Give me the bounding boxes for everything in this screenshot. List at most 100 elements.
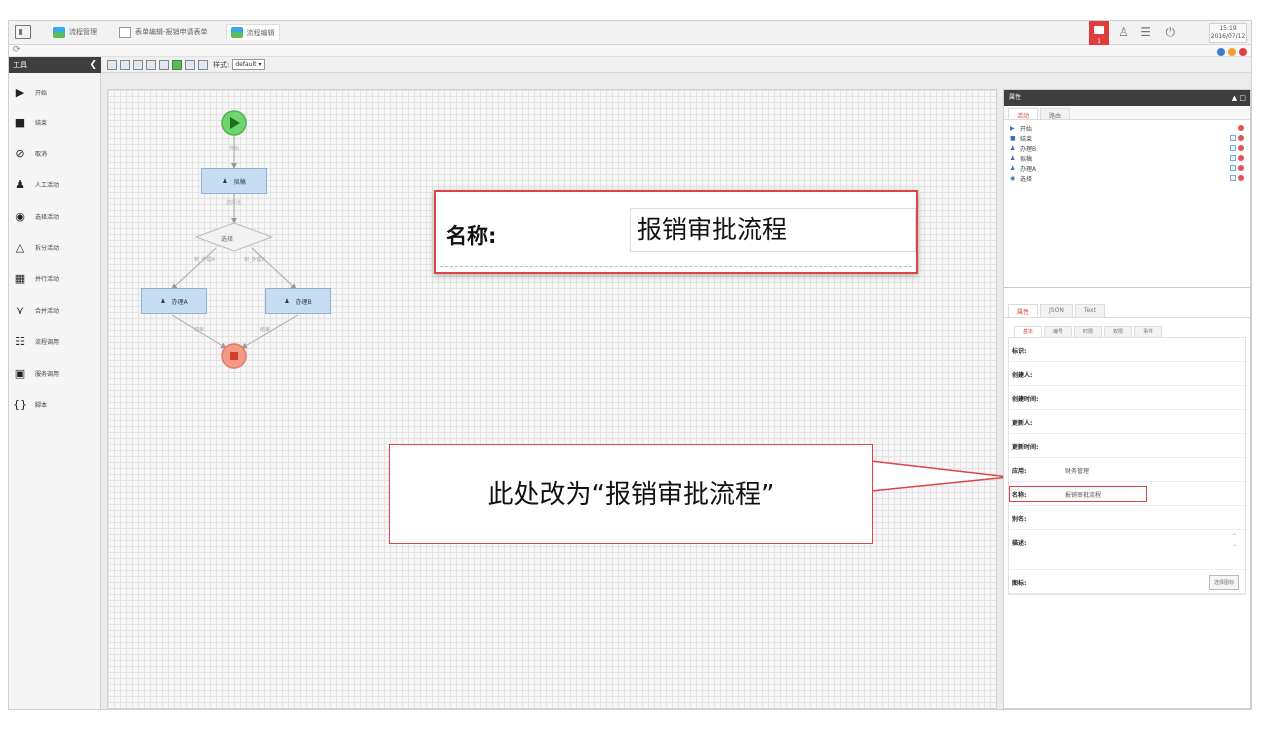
delete-icon[interactable] xyxy=(1238,135,1244,141)
task-label: 办理A xyxy=(171,298,188,306)
activity-list: ▶ 开始 ■ 结束 ♟ 办理B ♟ 拟稿 ♟ 办理A ◉ 选择 xyxy=(1004,120,1250,288)
task-b[interactable]: ♟ 办理B xyxy=(265,288,331,314)
properties-panel: 属性 ▲ □ 活动 路由 ▶ 开始 ■ 结束 ♟ 办理B ♟ 拟稿 ♟ 办理A … xyxy=(1003,89,1251,709)
edge-label: 到_办理B xyxy=(244,257,265,263)
task-label: 办理B xyxy=(295,298,312,306)
list-item[interactable]: ◉ 选择 xyxy=(1010,173,1244,183)
tool-merge-activity[interactable]: ⋎ 合并活动 xyxy=(13,301,59,319)
app-value: 财务管理 xyxy=(1065,468,1090,475)
print-icon[interactable] xyxy=(146,59,156,70)
activity-name: 办理A xyxy=(1020,165,1037,173)
tab-flow-manage[interactable]: 流程管理 xyxy=(49,24,101,40)
activity-name: 结束 xyxy=(1020,135,1033,143)
edge-choice-b[interactable] xyxy=(251,247,297,290)
tab-json[interactable]: JSON xyxy=(1040,304,1073,317)
theme-dots xyxy=(1217,48,1247,56)
tool-start[interactable]: ▶ 开始 xyxy=(13,83,47,101)
tab-permission[interactable]: 权限 xyxy=(1104,326,1133,337)
top-bar: 流程管理 表单编辑-报销申请表单 流程编辑 1 ♙ ☰ ⏻ 15:19 2016… xyxy=(9,21,1251,51)
textarea-scroll[interactable]: ⌃ ⌄ xyxy=(1232,533,1237,549)
task-draft[interactable]: ♟ 拟稿 xyxy=(201,168,267,194)
message-icon xyxy=(1094,26,1104,34)
edge-choice-a[interactable] xyxy=(171,247,217,290)
tab-number[interactable]: 编号 xyxy=(1044,326,1073,337)
tab-timelimit[interactable]: 时限 xyxy=(1074,326,1103,337)
copy-icon[interactable] xyxy=(1230,145,1236,151)
save-as-icon[interactable] xyxy=(120,59,130,70)
annotation-text: 此处改为“报销审批流程” xyxy=(487,480,775,510)
tab-properties[interactable]: 属性 xyxy=(1008,304,1039,317)
layout-icon[interactable] xyxy=(198,59,208,70)
list-item[interactable]: ♟ 拟稿 xyxy=(1010,153,1244,163)
field-label: 名称: xyxy=(1012,492,1027,499)
tool-split-activity[interactable]: △ 拆分活动 xyxy=(13,238,59,256)
tab-routes[interactable]: 路由 xyxy=(1040,108,1071,120)
new-icon[interactable] xyxy=(133,59,143,70)
panel-controls-icon[interactable]: ▲ □ xyxy=(1232,90,1246,106)
tool-choice-activity[interactable]: ◉ 选择活动 xyxy=(13,207,59,225)
tab-label: 流程编辑 xyxy=(246,28,275,37)
tab-flow-edit[interactable]: 流程编辑 xyxy=(225,24,280,40)
field-id: 标识: xyxy=(1009,338,1245,362)
save-icon[interactable] xyxy=(107,59,117,70)
tool-parallel-activity[interactable]: ▦ 并行活动 xyxy=(13,269,59,287)
stop-icon: ■ xyxy=(14,115,26,129)
clock-time: 15:19 xyxy=(1219,25,1237,32)
orange-theme-dot[interactable] xyxy=(1228,48,1236,56)
edge-label: 选择活 xyxy=(226,200,242,206)
user-icon[interactable]: ♙ xyxy=(1118,26,1129,38)
style-select[interactable]: default ▾ xyxy=(232,59,265,70)
tool-service-call[interactable]: ▣ 服务调用 xyxy=(13,364,59,382)
tool-cancel[interactable]: ⊘ 取消 xyxy=(13,144,47,162)
tab-events[interactable]: 事件 xyxy=(1134,326,1163,337)
tool-human-activity[interactable]: ♟ 人工活动 xyxy=(13,175,59,193)
blue-theme-dot[interactable] xyxy=(1217,48,1225,56)
tool-process-call[interactable]: ☷ 流程调用 xyxy=(13,332,59,350)
choose-icon-button[interactable]: 选择图标 xyxy=(1208,575,1239,590)
delete-icon[interactable] xyxy=(1238,125,1244,131)
list-item[interactable]: ♟ 办理A xyxy=(1010,163,1244,173)
red-theme-dot[interactable] xyxy=(1239,48,1247,56)
activity-name: 办理B xyxy=(1020,145,1037,153)
list-item[interactable]: ▶ 开始 xyxy=(1010,123,1244,133)
toolbar-buttons: 样式: default ▾ xyxy=(107,59,265,70)
activity-name: 选择 xyxy=(1020,175,1033,183)
power-icon[interactable]: ⏻ xyxy=(1166,26,1176,38)
delete-icon[interactable] xyxy=(1238,155,1244,161)
refresh-icon[interactable]: ⟳ xyxy=(13,45,21,56)
diagram-canvas[interactable]: 开始 ♟ 拟稿 选择活 选择 到_办理A 到_办理B ♟ 办理A ♟ 办理B 结… xyxy=(107,89,997,709)
copy-icon[interactable] xyxy=(1230,175,1236,181)
shirt-icon[interactable]: ☰ xyxy=(1140,26,1151,38)
task-a[interactable]: ♟ 办理A xyxy=(141,288,207,314)
name-input[interactable]: 报销审批流程 xyxy=(1065,490,1101,499)
collapse-icon[interactable]: ❮ xyxy=(89,57,97,73)
list-item[interactable]: ■ 结束 xyxy=(1010,133,1244,143)
field-label: 创建时间: xyxy=(1012,396,1039,403)
home-icon[interactable] xyxy=(15,25,31,39)
tool-end[interactable]: ■ 结束 xyxy=(13,113,47,131)
choice-node[interactable] xyxy=(194,222,274,252)
parallel-icon: ▦ xyxy=(14,271,26,285)
tab-text[interactable]: Text xyxy=(1074,304,1105,317)
tab-form-edit[interactable]: 表单编辑-报销申请表单 xyxy=(115,24,212,40)
copy-icon[interactable] xyxy=(1230,165,1236,171)
delete-icon[interactable] xyxy=(1238,175,1244,181)
tab-basic[interactable]: 基本 xyxy=(1014,326,1043,337)
run-icon[interactable] xyxy=(172,59,182,70)
tool-label: 流程调用 xyxy=(35,338,60,346)
tool-script[interactable]: {} 脚本 xyxy=(13,395,47,413)
copy-icon[interactable] xyxy=(1230,135,1236,141)
delete-icon[interactable] xyxy=(1238,165,1244,171)
tab-activities[interactable]: 活动 xyxy=(1008,108,1039,120)
delete-icon[interactable] xyxy=(1238,145,1244,151)
list-item[interactable]: ♟ 办理B xyxy=(1010,143,1244,153)
tools-header: 工具 ❮ xyxy=(9,57,101,73)
play-icon: ▶ xyxy=(1010,124,1015,132)
app-window: 流程管理 表单编辑-报销申请表单 流程编辑 1 ♙ ☰ ⏻ 15:19 2016… xyxy=(8,20,1252,710)
settings-icon[interactable] xyxy=(185,59,195,70)
tool-label: 并行活动 xyxy=(35,275,60,283)
copy-icon[interactable] xyxy=(1230,155,1236,161)
dashed-divider xyxy=(440,266,912,267)
split-icon: △ xyxy=(15,240,25,254)
zoom-icon[interactable] xyxy=(159,59,169,70)
